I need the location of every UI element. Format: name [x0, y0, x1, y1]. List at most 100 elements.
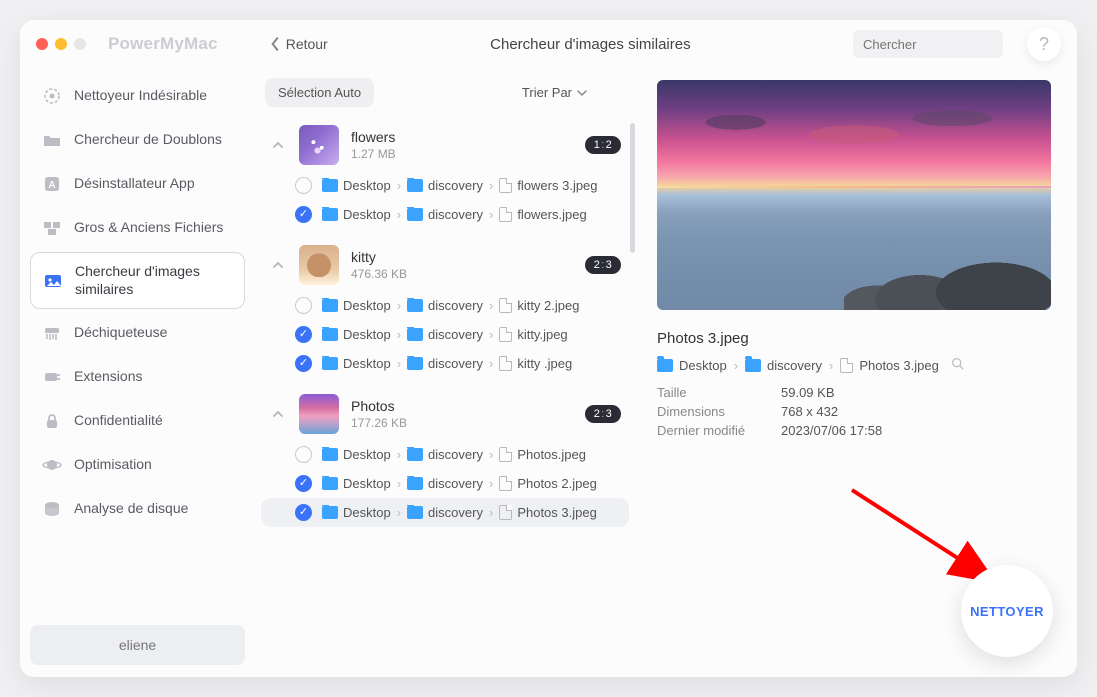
chevron-up-icon[interactable]	[269, 405, 287, 423]
detail-path[interactable]: Desktop› discovery› Photos 3.jpeg	[657, 357, 1051, 373]
group-header[interactable]: kitty476.36 KB23	[261, 239, 629, 291]
group-header[interactable]: Photos177.26 KB23	[261, 388, 629, 440]
folder-icon	[745, 359, 761, 372]
file-path: Desktop›discovery›kitty.jpeg	[322, 327, 568, 342]
sidebar-item-junk-cleaner[interactable]: Nettoyeur Indésirable	[30, 76, 245, 116]
file-icon	[499, 298, 512, 313]
select-checkbox[interactable]	[295, 475, 312, 492]
sidebar-item-label: Déchiqueteuse	[74, 324, 167, 342]
folder-icon	[322, 506, 338, 519]
preview-image	[657, 80, 1051, 310]
sidebar-item-similar-images[interactable]: Chercheur d'images similaires	[30, 252, 245, 309]
sidebar: Nettoyeur Indésirable Chercheur de Doubl…	[20, 68, 255, 677]
chevron-up-icon[interactable]	[269, 136, 287, 154]
folder-icon	[322, 208, 338, 221]
select-checkbox[interactable]	[295, 504, 312, 521]
detail-filename: Photos 3.jpeg	[657, 330, 1051, 347]
maximize-window[interactable]	[74, 38, 86, 50]
file-row[interactable]: Desktop›discovery›kitty .jpeg	[261, 349, 629, 378]
sidebar-item-label: Nettoyeur Indésirable	[74, 87, 207, 105]
folder-icon	[322, 357, 338, 370]
boxes-icon	[42, 218, 62, 238]
search-box[interactable]	[853, 30, 1003, 58]
sidebar-item-duplicates[interactable]: Chercheur de Doublons	[30, 120, 245, 160]
group-info: kitty476.36 KB	[351, 249, 573, 281]
sidebar-item-extensions[interactable]: Extensions	[30, 357, 245, 397]
sidebar-item-label: Chercheur d'images similaires	[75, 263, 232, 298]
meta-size-label: Taille	[657, 385, 757, 400]
file-row[interactable]: Desktop›discovery›flowers 3.jpeg	[261, 171, 629, 200]
sidebar-item-shredder[interactable]: Déchiqueteuse	[30, 313, 245, 353]
sidebar-item-optimization[interactable]: Optimisation	[30, 445, 245, 485]
file-icon	[499, 447, 512, 462]
group-name: kitty	[351, 249, 573, 265]
sidebar-item-large-old[interactable]: Gros & Anciens Fichiers	[30, 208, 245, 248]
select-checkbox[interactable]	[295, 446, 312, 463]
target-icon	[42, 86, 62, 106]
select-checkbox[interactable]	[295, 177, 312, 194]
file-row[interactable]: Desktop›discovery›kitty 2.jpeg	[261, 291, 629, 320]
sort-label: Trier Par	[522, 85, 572, 100]
results-list[interactable]: flowers1.27 MB12Desktop›discovery›flower…	[261, 119, 635, 667]
clean-button[interactable]: NETTOYER	[961, 565, 1053, 657]
file-row[interactable]: Desktop›discovery›Photos 2.jpeg	[261, 469, 629, 498]
group-badge: 23	[585, 405, 621, 423]
file-path: Desktop›discovery›Photos.jpeg	[322, 447, 586, 462]
list-toolbar: Sélection Auto Trier Par	[261, 74, 635, 119]
app-icon: A	[42, 174, 62, 194]
help-button[interactable]: ?	[1027, 27, 1061, 61]
select-checkbox[interactable]	[295, 297, 312, 314]
folder-icon	[407, 477, 423, 490]
file-icon	[499, 505, 512, 520]
folder-icon	[407, 357, 423, 370]
auto-select-button[interactable]: Sélection Auto	[265, 78, 374, 107]
chevron-up-icon[interactable]	[269, 256, 287, 274]
user-badge[interactable]: eliene	[30, 625, 245, 665]
group-size: 177.26 KB	[351, 416, 573, 430]
folder-icon	[322, 299, 338, 312]
minimize-window[interactable]	[55, 38, 67, 50]
folder-icon	[322, 179, 338, 192]
lock-icon	[42, 411, 62, 431]
group-size: 1.27 MB	[351, 147, 573, 161]
group-thumbnail	[299, 245, 339, 285]
chevron-down-icon	[577, 88, 587, 98]
reveal-icon[interactable]	[951, 357, 964, 373]
chevron-left-icon	[270, 37, 280, 51]
group-header[interactable]: flowers1.27 MB12	[261, 119, 629, 171]
back-button[interactable]: Retour	[270, 36, 328, 52]
app-window: PowerMyMac Retour Chercheur d'images sim…	[20, 20, 1077, 677]
path-file: Photos 3.jpeg	[859, 358, 939, 373]
sidebar-item-uninstaller[interactable]: A Désinstallateur App	[30, 164, 245, 204]
back-label: Retour	[286, 36, 328, 52]
sidebar-item-label: Gros & Anciens Fichiers	[74, 219, 223, 237]
file-row[interactable]: Desktop›discovery›kitty.jpeg	[261, 320, 629, 349]
group: flowers1.27 MB12Desktop›discovery›flower…	[261, 119, 629, 229]
file-path: Desktop›discovery›Photos 3.jpeg	[322, 505, 597, 520]
sidebar-item-disk-analysis[interactable]: Analyse de disque	[30, 489, 245, 529]
meta-mod-label: Dernier modifié	[657, 423, 757, 438]
sidebar-item-label: Analyse de disque	[74, 500, 188, 518]
sidebar-item-privacy[interactable]: Confidentialité	[30, 401, 245, 441]
file-icon	[499, 207, 512, 222]
group-thumbnail	[299, 394, 339, 434]
center-panel: Sélection Auto Trier Par flowers 1.27 MB 1…	[255, 68, 647, 677]
select-checkbox[interactable]	[295, 206, 312, 223]
file-row[interactable]: Desktop›discovery›Photos.jpeg	[261, 440, 629, 469]
file-icon	[499, 476, 512, 491]
folder-icon	[407, 179, 423, 192]
file-row[interactable]: Desktop›discovery›Photos 3.jpeg	[261, 498, 629, 527]
file-icon	[840, 358, 853, 373]
disk-icon	[42, 499, 62, 519]
group-name: flowers	[351, 129, 573, 145]
meta-mod-value: 2023/07/06 17:58	[781, 423, 882, 438]
sort-button[interactable]: Trier Par	[522, 85, 587, 100]
planet-icon	[42, 455, 62, 475]
group: kitty476.36 KB23Desktop›discovery›kitty …	[261, 239, 629, 378]
folder-icon	[407, 299, 423, 312]
select-checkbox[interactable]	[295, 326, 312, 343]
close-window[interactable]	[36, 38, 48, 50]
select-checkbox[interactable]	[295, 355, 312, 372]
file-row[interactable]: Desktop›discovery›flowers.jpeg	[261, 200, 629, 229]
search-input[interactable]	[863, 37, 1039, 52]
